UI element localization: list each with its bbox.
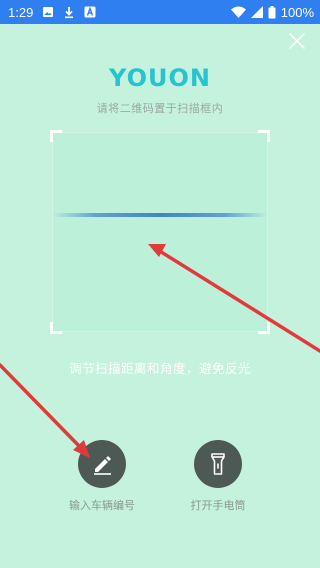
flashlight-button[interactable] — [194, 440, 242, 488]
battery-percent: 100% — [280, 4, 314, 20]
annotation-arrow-left — [0, 363, 90, 458]
status-time: 1:29 — [8, 4, 34, 20]
scan-corner-bottom-right — [258, 322, 270, 334]
battery-icon — [268, 5, 276, 19]
scan-hint: 请将二维码置于扫描框内 — [96, 102, 224, 115]
close-button[interactable] — [286, 30, 308, 52]
status-bar-left: 1:29 — [8, 5, 96, 20]
scan-corner-top-right — [258, 130, 270, 142]
scan-corner-top-left — [50, 130, 62, 142]
close-icon — [289, 33, 305, 49]
download-icon — [63, 6, 75, 19]
scan-line — [53, 213, 267, 217]
flashlight-label: 打开手电筒 — [190, 499, 246, 512]
scan-corner-bottom-left — [50, 322, 62, 334]
flashlight-icon — [211, 453, 225, 475]
enter-vehicle-number-label: 输入车辆编号 — [69, 499, 135, 512]
a-icon — [84, 6, 96, 18]
enter-vehicle-number-button[interactable] — [78, 440, 126, 488]
scan-tip: 调节扫描距离和角度，避免反光 — [68, 361, 251, 376]
status-bar-right: 100% — [230, 4, 314, 20]
pencil-icon — [94, 456, 111, 475]
image-icon — [42, 6, 54, 18]
signal-icon — [250, 6, 263, 18]
app-logo: YOUON — [109, 64, 211, 92]
scan-frame — [50, 130, 270, 334]
wifi-icon — [230, 6, 246, 18]
status-bar: 1:29 100% — [0, 0, 320, 24]
